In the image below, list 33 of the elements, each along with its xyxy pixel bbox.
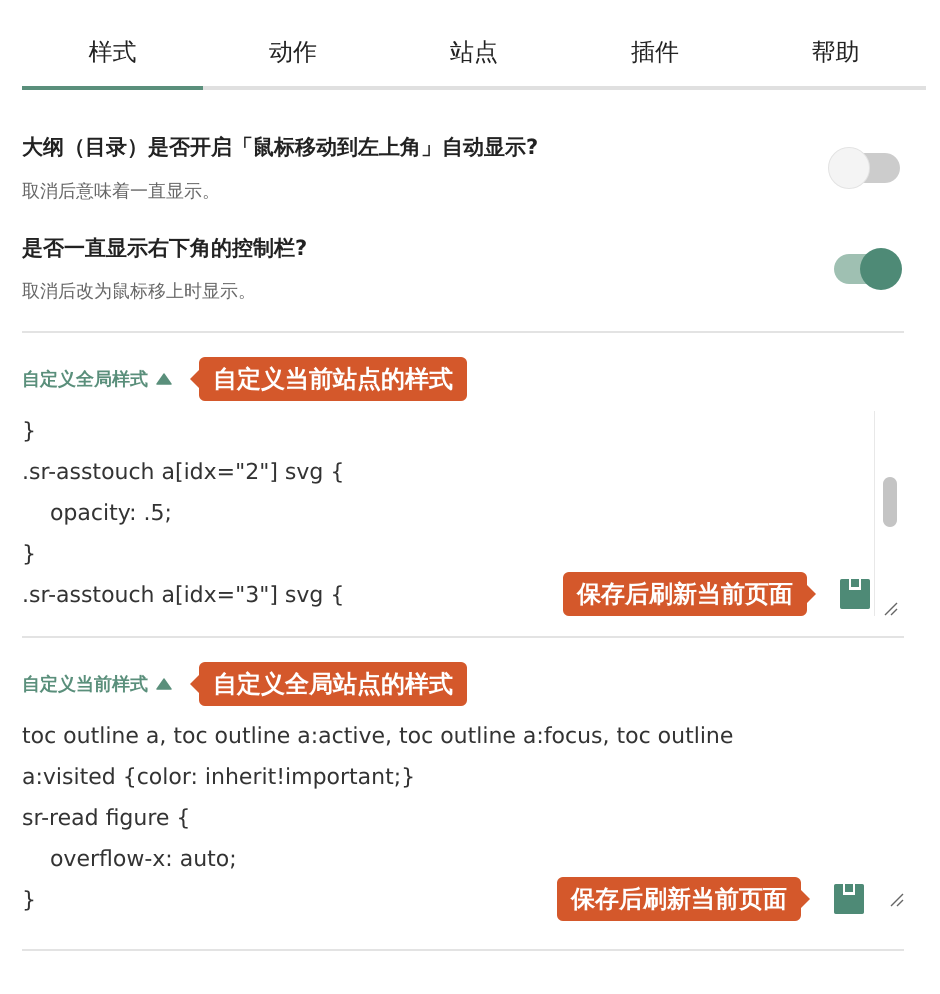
tooltip: 自定义全局站点的样式 — [190, 662, 467, 706]
code-line: .sr-asstouch a[idx="2"] svg { — [22, 459, 344, 487]
setting-title: 大纲（目录）是否开启「鼠标移动到左上角」自动显示? — [22, 134, 540, 161]
editor-label: 自定义当前样式 — [22, 672, 148, 696]
tab[interactable]: 动作 — [202, 0, 384, 90]
scrollbar-thumb[interactable] — [882, 477, 896, 527]
setting-title: 是否一直显示右下角的控制栏? — [22, 234, 308, 262]
setting-description: 取消后意味着一直显示。 — [22, 180, 221, 204]
tab[interactable]: 插件 — [564, 0, 746, 90]
toggle-switch[interactable] — [828, 147, 902, 190]
tooltip: 自定义当前站点的样式 — [190, 357, 467, 401]
save-icon[interactable] — [834, 884, 864, 914]
code-line: overflow-x: auto; — [48, 846, 237, 874]
code-line: } — [22, 418, 36, 446]
tab[interactable]: 样式 — [22, 0, 203, 90]
triangle-icon — [156, 678, 172, 690]
code-line: a:visited {color: inherit!important;} — [22, 764, 416, 792]
code-line: } — [22, 887, 36, 915]
resize-handle-icon — [888, 891, 904, 907]
setting-description: 取消后改为鼠标移上时显示。 — [22, 280, 257, 304]
code-line: toc outline a, toc outline a:active, toc outline a:focus, toc outline — [22, 723, 734, 751]
editor-label: 自定义全局样式 — [22, 368, 148, 392]
tooltip: 保存后刷新当前页面 — [563, 572, 816, 616]
save-icon[interactable] — [840, 579, 870, 609]
code-line: sr-read figure { — [22, 805, 190, 833]
tab[interactable]: 帮助 — [745, 0, 926, 90]
tooltip: 保存后刷新当前页面 — [557, 877, 810, 921]
code-line: } — [22, 541, 36, 569]
code-line: .sr-asstouch a[idx="3"] svg { — [22, 582, 344, 610]
tab[interactable]: 站点 — [384, 0, 564, 90]
code-line: opacity: .5; — [48, 500, 172, 528]
resize-handle-icon — [882, 600, 898, 616]
triangle-icon — [156, 373, 172, 385]
